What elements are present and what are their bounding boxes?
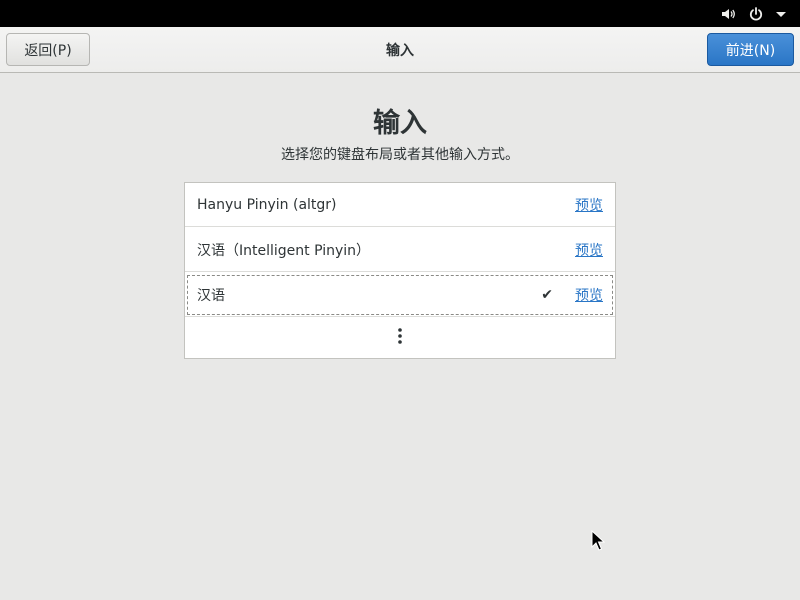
preview-link[interactable]: 预览 bbox=[575, 183, 603, 227]
top-bar bbox=[0, 0, 800, 27]
next-button[interactable]: 前进(N) bbox=[707, 33, 794, 66]
chevron-down-icon bbox=[776, 9, 786, 19]
page-title: 输入 bbox=[373, 108, 427, 139]
input-source-row-intelligent-pinyin[interactable]: 汉语（Intelligent Pinyin） 预览 bbox=[185, 228, 615, 272]
back-button[interactable]: 返回(P) bbox=[6, 33, 90, 66]
vertical-ellipsis-icon bbox=[397, 327, 403, 349]
checkmark-icon: ✔ bbox=[541, 287, 553, 303]
input-source-label: 汉语（Intelligent Pinyin） bbox=[197, 243, 371, 259]
input-source-label: 汉语 bbox=[197, 288, 225, 304]
preview-link[interactable]: 预览 bbox=[575, 273, 603, 317]
mouse-cursor-icon bbox=[591, 529, 606, 556]
page-subtitle: 选择您的键盘布局或者其他输入方式。 bbox=[281, 147, 519, 163]
input-source-row-hanyu[interactable]: 汉语 ✔ 预览 bbox=[185, 273, 615, 317]
preview-link[interactable]: 预览 bbox=[575, 228, 603, 272]
system-indicators[interactable] bbox=[720, 0, 786, 27]
power-icon bbox=[748, 6, 764, 22]
input-source-row-hanyu-pinyin-altgr[interactable]: Hanyu Pinyin (altgr) 预览 bbox=[185, 183, 615, 227]
volume-icon bbox=[720, 6, 736, 22]
input-source-list: Hanyu Pinyin (altgr) 预览 汉语（Intelligent P… bbox=[184, 182, 616, 359]
input-source-label: Hanyu Pinyin (altgr) bbox=[197, 197, 337, 213]
header-title: 输入 bbox=[386, 43, 414, 59]
more-input-sources-button[interactable] bbox=[185, 318, 615, 358]
header-bar: 输入 返回(P) 前进(N) bbox=[0, 27, 800, 73]
